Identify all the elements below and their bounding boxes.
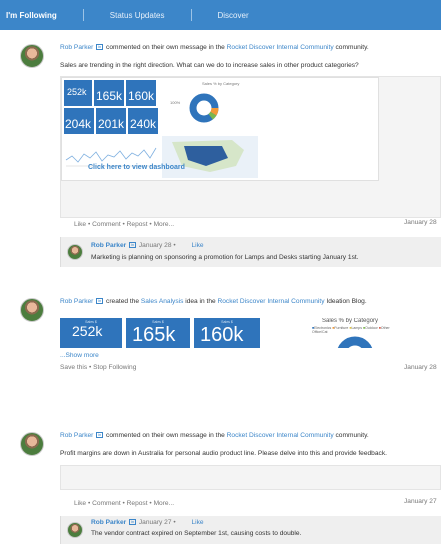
post-actions: Save this • Stop Following	[60, 364, 137, 371]
reply-author-link[interactable]: Rob Parker	[91, 242, 126, 249]
kpi-tile: Sales $ 252k	[60, 318, 122, 348]
kpi-tile: 160k	[126, 80, 156, 106]
profile-card-icon[interactable]: in	[129, 519, 137, 526]
author-avatar[interactable]	[20, 432, 44, 456]
category-chart-legend: ■Electronics ■Furniture ■Lamps ■Outdoor …	[312, 326, 390, 334]
reply-avatar[interactable]	[67, 522, 83, 538]
more-link[interactable]: More...	[154, 500, 175, 507]
tab-status-updates[interactable]: Status Updates	[100, 0, 175, 30]
tab-divider	[82, 9, 84, 21]
profile-card-icon[interactable]: in	[96, 432, 104, 439]
kpi-tile: Sales $ 165k	[126, 318, 190, 348]
like-link[interactable]: Like	[74, 500, 86, 507]
tab-discover[interactable]: Discover	[208, 0, 259, 30]
kpi-tile: 252k	[64, 80, 92, 106]
reply-box: Rob Parker in January 27 • Like The vend…	[60, 516, 441, 544]
post-actions: Like • Comment • Repost • More...	[74, 221, 175, 228]
kpi-tile: 240k	[128, 108, 158, 134]
save-link[interactable]: Save this	[60, 364, 87, 371]
dashboard-preview[interactable]: 252k 165k 160k 204k 201k 240k Sales % by…	[60, 76, 441, 218]
community-link[interactable]: Rocket Discover Internal Community	[218, 298, 325, 305]
reply-text: Marketing is planning on sponsoring a pr…	[91, 254, 359, 261]
author-link[interactable]: Rob Parker	[60, 44, 93, 51]
post-header: Rob Parker in created the Sales Analysis…	[60, 298, 367, 305]
category-donut-chart	[337, 336, 373, 348]
category-chart-title: Sales % by Category	[322, 318, 379, 324]
like-link[interactable]: Like	[74, 221, 86, 228]
dashboard-thumbnail: 252k 165k 160k 204k 201k 240k Sales % by…	[61, 77, 379, 181]
author-link[interactable]: Rob Parker	[60, 298, 93, 305]
stop-following-link[interactable]: Stop Following	[93, 364, 136, 371]
mini-donut-chart	[189, 93, 219, 123]
repost-link[interactable]: Repost	[127, 500, 148, 507]
more-link[interactable]: More...	[154, 221, 175, 228]
tab-divider	[190, 9, 192, 21]
post-date: January 27	[404, 498, 437, 505]
view-dashboard-link[interactable]: Click here to view dashboard	[88, 164, 185, 171]
post-actions: Like • Comment • Repost • More...	[74, 500, 175, 507]
community-link[interactable]: Rocket Discover Internal Community	[227, 44, 334, 51]
kpi-tile: 165k	[94, 80, 124, 106]
top-nav-bar: I'm Following Status Updates Discover	[0, 0, 441, 30]
comment-link[interactable]: Comment	[92, 221, 121, 228]
comment-link[interactable]: Comment	[92, 500, 121, 507]
post-date: January 28	[404, 219, 437, 226]
reply-header: Rob Parker in January 27 • Like	[91, 519, 204, 526]
post-header: Rob Parker in commented on their own mes…	[60, 432, 369, 439]
post-message: Profit margins are down in Australia for…	[60, 450, 387, 457]
reply-like-link[interactable]: Like	[191, 519, 203, 526]
reply-author-link[interactable]: Rob Parker	[91, 519, 126, 526]
community-link[interactable]: Rocket Discover Internal Community	[227, 432, 334, 439]
reply-header: Rob Parker in January 28 • Like	[91, 242, 204, 249]
kpi-tile: 201k	[96, 108, 126, 134]
post-message: Sales are trending in the right directio…	[60, 62, 359, 69]
post-header: Rob Parker in commented on their own mes…	[60, 44, 369, 51]
profile-card-icon[interactable]: in	[96, 44, 104, 51]
attachment-preview[interactable]	[60, 465, 441, 490]
idea-link[interactable]: Sales Analysis	[141, 298, 184, 305]
kpi-tile: 204k	[64, 108, 94, 134]
profile-card-icon[interactable]: in	[96, 298, 104, 305]
repost-link[interactable]: Repost	[127, 221, 148, 228]
author-avatar[interactable]	[20, 298, 44, 322]
author-avatar[interactable]	[20, 44, 44, 68]
reply-text: The vendor contract expired on September…	[91, 530, 302, 537]
profile-card-icon[interactable]: in	[129, 242, 137, 249]
tab-im-following[interactable]: I'm Following	[0, 0, 67, 30]
reply-avatar[interactable]	[67, 244, 83, 260]
post-date: January 28	[404, 364, 437, 371]
mini-map	[162, 136, 258, 178]
author-link[interactable]: Rob Parker	[60, 432, 93, 439]
reply-box: Rob Parker in January 28 • Like Marketin…	[60, 237, 441, 267]
mini-chart-pct: 100%	[170, 100, 181, 105]
mini-chart-title: Sales % by Category	[202, 81, 240, 86]
reply-like-link[interactable]: Like	[191, 242, 203, 249]
show-more-link[interactable]: ...Show more	[60, 352, 99, 359]
idea-preview[interactable]: Sales $ 252k Sales $ 165k Sales $ 160k S…	[60, 318, 441, 348]
kpi-tile: Sales $ 160k	[194, 318, 260, 348]
